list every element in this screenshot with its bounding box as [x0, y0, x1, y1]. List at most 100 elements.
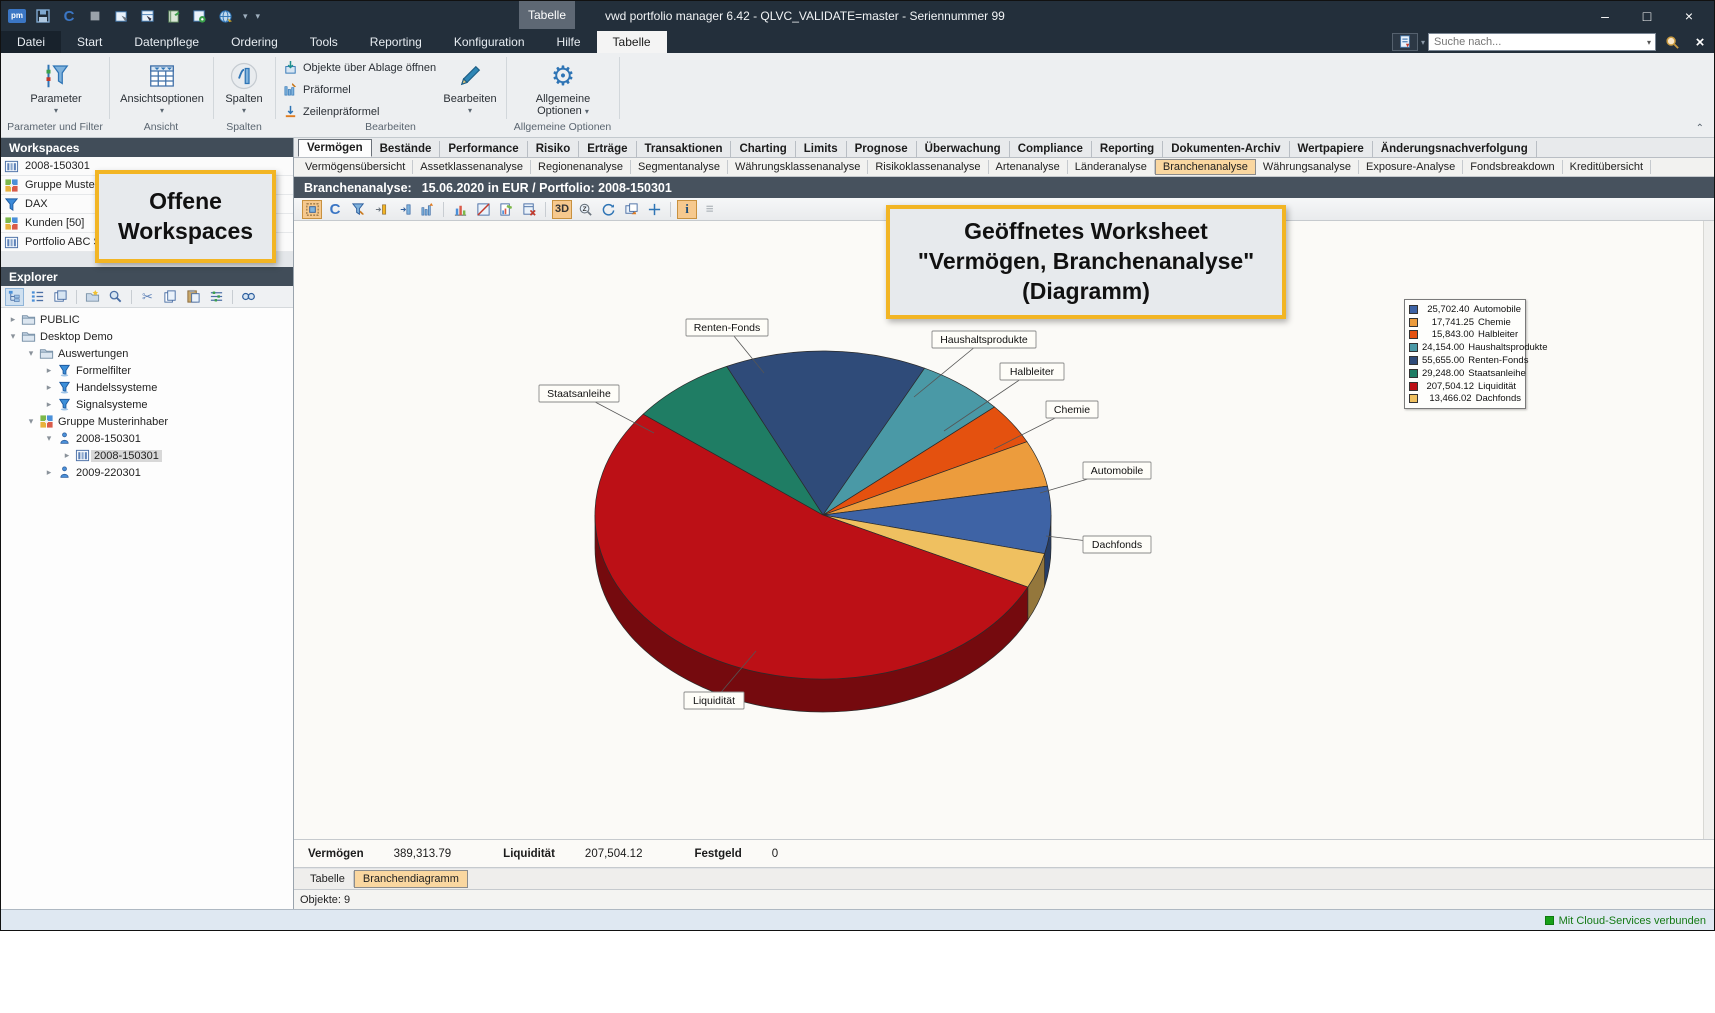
- tab-dokumenten-archiv[interactable]: Dokumenten-Archiv: [1163, 141, 1289, 157]
- spalten-button[interactable]: Spalten ▾: [215, 59, 273, 115]
- tab-reporting[interactable]: Reporting: [1092, 141, 1163, 157]
- threed-toggle[interactable]: 3D: [552, 200, 572, 219]
- crosshair-icon[interactable]: [644, 200, 664, 219]
- delete-icon[interactable]: [519, 200, 539, 219]
- find-icon[interactable]: [239, 288, 258, 306]
- web-export-icon[interactable]: [215, 6, 235, 26]
- notebook-icon[interactable]: [163, 6, 183, 26]
- stop-icon[interactable]: [85, 6, 105, 26]
- chevron-right-icon[interactable]: ▸: [43, 467, 55, 478]
- subtab-verm-gens-bersicht[interactable]: Vermögensübersicht: [298, 160, 413, 174]
- column-out-icon[interactable]: [394, 200, 414, 219]
- filter-edit-icon[interactable]: [348, 200, 368, 219]
- subtab-risikoklassenanalyse[interactable]: Risikoklassenanalyse: [868, 160, 988, 174]
- menu-item-ordering[interactable]: Ordering: [215, 31, 294, 53]
- menu-item-tools[interactable]: Tools: [294, 31, 354, 53]
- zoom-z-icon[interactable]: Z: [575, 200, 595, 219]
- chevron-right-icon[interactable]: ▸: [43, 382, 55, 393]
- tree-item-auswertungen[interactable]: ▾Auswertungen: [1, 345, 293, 362]
- tab-ertr-ge[interactable]: Erträge: [579, 141, 636, 157]
- close-search-icon[interactable]: ×: [1688, 34, 1712, 51]
- chevron-right-icon[interactable]: ▸: [43, 399, 55, 410]
- subtab-regionenanalyse[interactable]: Regionenanalyse: [531, 160, 631, 174]
- qat-customize-caret[interactable]: ▾: [256, 11, 261, 22]
- bottom-tab-tabelle[interactable]: Tabelle: [302, 871, 354, 887]
- subtab-fondsbreakdown[interactable]: Fondsbreakdown: [1463, 160, 1562, 174]
- list-view-icon[interactable]: [28, 288, 47, 306]
- save-icon[interactable]: [33, 6, 53, 26]
- subtab-w-hrungsklassenanalyse[interactable]: Währungsklassenanalyse: [728, 160, 868, 174]
- chevron-right-icon[interactable]: ▸: [43, 365, 55, 376]
- parameter-button[interactable]: Parameter ▾: [15, 59, 97, 115]
- filter-settings-icon[interactable]: [207, 288, 226, 306]
- chevron-right-icon[interactable]: ▸: [7, 314, 19, 325]
- ribbon-item-objekte-ber-ablage-ffnen[interactable]: Objekte über Ablage öffnen: [283, 59, 436, 76]
- tab--nderungsnachverfolgung[interactable]: Änderungsnachverfolgung: [1373, 141, 1537, 157]
- column-formula-icon[interactable]: [417, 200, 437, 219]
- menu-item-reporting[interactable]: Reporting: [354, 31, 438, 53]
- flat-view-icon[interactable]: [51, 288, 70, 306]
- refresh-icon[interactable]: C: [325, 200, 345, 219]
- qat-dropdown-caret[interactable]: ▾: [243, 11, 248, 22]
- tree-item-gruppe-musterinhaber[interactable]: ▾Gruppe Musterinhaber: [1, 413, 293, 430]
- tree-item-desktop-demo[interactable]: ▾Desktop Demo: [1, 328, 293, 345]
- ribbon-collapse-icon[interactable]: ⌃: [1696, 123, 1704, 134]
- tree-item-2008-150301[interactable]: ▸2008-150301: [1, 447, 293, 464]
- allgemeine-optionen-button[interactable]: ⚙ Allgemeine Optionen ▾: [513, 59, 613, 117]
- tab-risiko[interactable]: Risiko: [528, 141, 580, 157]
- maximize-button[interactable]: □: [1626, 1, 1668, 31]
- subtab-kredit-bersicht[interactable]: Kreditübersicht: [1563, 160, 1651, 174]
- search-icon[interactable]: [1659, 33, 1685, 51]
- menu-item-datei[interactable]: Datei: [1, 31, 61, 53]
- subtab-w-hrungsanalyse[interactable]: Währungsanalyse: [1256, 160, 1359, 174]
- cut-icon[interactable]: ✂: [138, 288, 157, 306]
- tab-wertpapiere[interactable]: Wertpapiere: [1290, 141, 1373, 157]
- tree-item-signalsysteme[interactable]: ▸Signalsysteme: [1, 396, 293, 413]
- search-input[interactable]: [1429, 36, 1647, 48]
- subtab-assetklassenanalyse[interactable]: Assetklassenanalyse: [413, 160, 531, 174]
- copy-icon[interactable]: [161, 288, 180, 306]
- close-button[interactable]: ×: [1668, 1, 1710, 31]
- vertical-scrollbar[interactable]: [1703, 221, 1714, 839]
- menu-item-start[interactable]: Start: [61, 31, 118, 53]
- ribbon-item-pr-formel[interactable]: Präformel: [283, 81, 436, 98]
- subtab-segmentanalyse[interactable]: Segmentanalyse: [631, 160, 728, 174]
- tab-charting[interactable]: Charting: [731, 141, 795, 157]
- chevron-down-icon[interactable]: ▾: [25, 348, 37, 359]
- chart-slash-icon[interactable]: [473, 200, 493, 219]
- ansichtsoptionen-button[interactable]: Ansichtsoptionen ▾: [113, 59, 211, 115]
- tree-item-2009-220301[interactable]: ▸2009-220301: [1, 464, 293, 481]
- refresh-icon[interactable]: C: [59, 6, 79, 26]
- tree-item-formelfilter[interactable]: ▸Formelfilter: [1, 362, 293, 379]
- bearbeiten-button[interactable]: Bearbeiten ▾: [439, 59, 501, 115]
- tab--berwachung[interactable]: Überwachung: [917, 141, 1010, 157]
- report-icon[interactable]: [1392, 33, 1418, 51]
- new-folder-icon[interactable]: [83, 288, 102, 306]
- select-chart-icon[interactable]: [302, 200, 322, 219]
- table-settings-icon[interactable]: [189, 6, 209, 26]
- search-icon[interactable]: [106, 288, 125, 306]
- info-icon[interactable]: i: [677, 200, 697, 219]
- tab-transaktionen[interactable]: Transaktionen: [637, 141, 732, 157]
- export-chart-icon[interactable]: [621, 200, 641, 219]
- menu-item-konfiguration[interactable]: Konfiguration: [438, 31, 541, 53]
- tab-best-nde[interactable]: Bestände: [372, 141, 441, 157]
- chevron-right-icon[interactable]: ▸: [61, 450, 73, 461]
- rotate-icon[interactable]: [598, 200, 618, 219]
- tab-prognose[interactable]: Prognose: [847, 141, 917, 157]
- subtab-artenanalyse[interactable]: Artenanalyse: [989, 160, 1068, 174]
- ribbon-item-zeilenpr-formel[interactable]: Zeilenpräformel: [283, 103, 436, 120]
- subtab-exposure-analyse[interactable]: Exposure-Analyse: [1359, 160, 1463, 174]
- tree-view-icon[interactable]: [5, 288, 24, 306]
- tree-item-public[interactable]: ▸PUBLIC: [1, 311, 293, 328]
- subtab-branchenanalyse[interactable]: Branchenanalyse: [1155, 159, 1256, 175]
- table-select-icon[interactable]: [137, 6, 157, 26]
- report-dropdown-caret[interactable]: ▾: [1421, 38, 1425, 47]
- menu-item-datenpflege[interactable]: Datenpflege: [118, 31, 215, 53]
- search-dropdown-caret[interactable]: ▾: [1647, 38, 1655, 47]
- minimize-button[interactable]: –: [1584, 1, 1626, 31]
- tab-limits[interactable]: Limits: [796, 141, 847, 157]
- chart-bars-icon[interactable]: [450, 200, 470, 219]
- chevron-down-icon[interactable]: ▾: [43, 433, 55, 444]
- bottom-tab-branchendiagramm[interactable]: Branchendiagramm: [354, 870, 468, 888]
